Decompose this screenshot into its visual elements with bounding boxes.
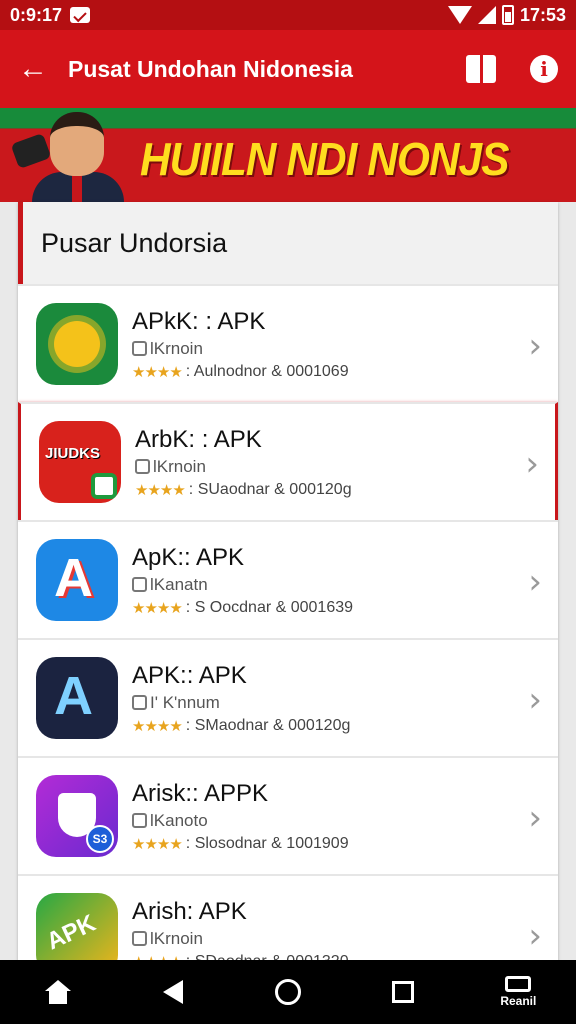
app-icon-apk-green: APK	[36, 893, 118, 962]
status-bar: 0:9:17 17:53	[0, 0, 576, 30]
app-icon-letter-a-dark: A	[36, 657, 118, 739]
app-list-item[interactable]: APkK: : APK lKrnoin ★★★★: Aulnodnor & 00…	[18, 284, 558, 402]
app-developer: lKrnoin	[150, 928, 203, 948]
app-meta: : SUaodnar & 000120g	[188, 480, 352, 498]
rating-stars-icon: ★★★★	[132, 599, 183, 617]
rating-stars-icon: ★★★★	[132, 717, 183, 735]
app-list-item[interactable]: APK Arish: APK lKrnoin ★★★★: SDaodnar & …	[18, 874, 558, 962]
app-developer: lKanatn	[150, 574, 208, 594]
back-arrow-icon[interactable]: ←	[18, 52, 52, 86]
page-title: Pusat Undohan Nidonesia	[68, 55, 353, 82]
promo-banner[interactable]: HUIILN NDI NONJS	[0, 108, 576, 202]
app-list-item[interactable]: S3 Arisk:: APPK lKanoto ★★★★: Slosodnar …	[18, 756, 558, 874]
app-name: ArbK: : APK	[135, 425, 262, 453]
nav-recents-button[interactable]	[373, 960, 433, 1024]
chevron-right-icon: ›	[525, 444, 539, 484]
signal-icon	[477, 6, 496, 24]
circle-icon	[274, 979, 301, 1005]
app-icon-letter-a-blue: A	[36, 539, 118, 621]
app-meta: : Slosodnar & 1001909	[185, 834, 349, 852]
nav-home-button[interactable]	[28, 960, 88, 1024]
info-icon[interactable]: i	[530, 55, 558, 83]
message-notification-icon	[70, 7, 91, 23]
nav-label: Reanil	[500, 994, 537, 1008]
square-icon	[392, 981, 415, 1003]
app-icon-shield-purple: S3	[36, 775, 118, 857]
card-header: Pusar Undorsia	[18, 202, 558, 284]
back-triangle-icon	[162, 980, 183, 1004]
rating-stars-icon: ★★★★	[135, 481, 186, 499]
nav-circle-button[interactable]	[258, 960, 318, 1024]
app-list-item[interactable]: A APK:: APK I' K'nnum ★★★★: SMaodnar & 0…	[18, 638, 558, 756]
chevron-right-icon: ›	[528, 916, 542, 956]
app-developer: lKrnoin	[150, 338, 203, 358]
developer-icon	[132, 695, 147, 710]
developer-icon	[132, 341, 147, 356]
developer-icon	[132, 813, 147, 828]
app-name: Arisk:: APPK	[132, 779, 269, 807]
developer-icon	[132, 931, 147, 946]
status-time-right: 17:53	[519, 4, 566, 25]
app-list-item[interactable]: A ApK:: APK lKanatn ★★★★: S Oocdnar & 00…	[18, 520, 558, 638]
app-name: ApK:: APK	[132, 543, 245, 571]
inbox-icon	[505, 976, 532, 992]
chevron-right-icon: ›	[528, 798, 542, 838]
nav-back-button[interactable]	[143, 960, 203, 1024]
nav-reanil-button[interactable]: Reanil	[488, 960, 548, 1024]
app-icon-sun	[36, 303, 118, 385]
status-time-left: 0:9:17	[10, 4, 63, 25]
battery-icon	[501, 5, 514, 25]
chevron-right-icon: ›	[528, 680, 542, 720]
app-developer: lKanoto	[150, 810, 208, 830]
app-icon-jiudks: JIUDKS	[39, 421, 121, 503]
rating-stars-icon: ★★★★	[132, 363, 183, 381]
home-icon	[44, 980, 71, 1004]
app-meta: : SMaodnar & 000120g	[185, 716, 351, 734]
developer-icon	[135, 459, 150, 474]
app-developer: lKrnoin	[153, 456, 206, 476]
banner-headline: HUIILN NDI NONJS	[140, 133, 509, 185]
wifi-icon	[447, 6, 472, 24]
app-name: Arish: APK	[132, 897, 247, 925]
app-list-card: Pusar Undorsia APkK: : APK lKrnoin ★★★★:…	[18, 202, 558, 962]
app-meta: : S Oocdnar & 0001639	[185, 598, 354, 616]
app-developer: I' K'nnum	[150, 692, 220, 712]
banner-presenter-image	[10, 108, 134, 202]
app-name: APkK: : APK	[132, 307, 266, 335]
app-meta: : Aulnodnor & 0001069	[185, 362, 349, 380]
app-list-item-selected[interactable]: JIUDKS ArbK: : APK lKrnoin ★★★★: SUaodna…	[18, 402, 558, 520]
book-icon[interactable]	[466, 55, 496, 83]
developer-icon	[132, 577, 147, 592]
system-nav-bar: Reanil	[0, 960, 576, 1024]
app-bar: ← Pusat Undohan Nidonesia i	[0, 30, 576, 108]
app-name: APK:: APK	[132, 661, 247, 689]
rating-stars-icon: ★★★★	[132, 835, 183, 853]
microphone-icon	[10, 132, 52, 170]
chevron-right-icon: ›	[528, 562, 542, 602]
chevron-right-icon: ›	[528, 326, 542, 366]
